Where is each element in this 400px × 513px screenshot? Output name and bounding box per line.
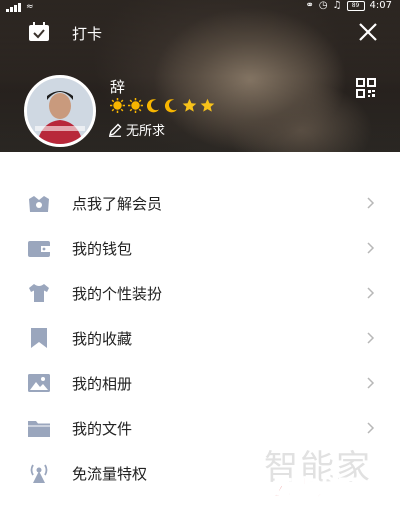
wifi-icon: ≈	[26, 1, 34, 12]
star-icon	[200, 98, 215, 112]
qr-code-icon[interactable]	[356, 78, 376, 98]
menu-item-label: 我的收藏	[72, 330, 133, 348]
avatar-photo	[27, 78, 93, 144]
bookmark-icon	[31, 328, 47, 348]
status-time: 4:07	[369, 0, 392, 11]
menu-item-label: 免流量特权	[72, 465, 148, 483]
headset-icon: ⚭	[305, 0, 314, 11]
calendar-check-icon[interactable]	[28, 22, 50, 42]
signature-text: 无所求	[126, 124, 166, 139]
avatar[interactable]	[24, 75, 96, 147]
top-bar: 打卡	[0, 14, 400, 52]
menu-item-label: 我的钱包	[72, 240, 133, 258]
tshirt-icon	[29, 284, 49, 302]
moon-icon	[146, 99, 160, 113]
menu-item-theme[interactable]: 我的个性装扮	[0, 271, 400, 315]
sun-icon	[128, 98, 143, 113]
menu-item-label: 点我了解会员	[72, 195, 163, 213]
level-badges[interactable]	[110, 98, 215, 113]
username: 辞	[110, 78, 126, 96]
checkin-title[interactable]: 打卡	[72, 23, 102, 44]
chevron-right-icon	[367, 422, 375, 434]
chevron-right-icon	[367, 287, 375, 299]
close-icon[interactable]	[358, 22, 378, 42]
mute-icon: ♫	[332, 0, 342, 11]
signal-tower-icon	[30, 464, 48, 483]
cell-signal-icon	[6, 1, 22, 12]
photo-icon	[28, 374, 50, 392]
signal-indicators: ≈	[6, 1, 34, 12]
folder-icon	[28, 421, 50, 437]
alarm-icon: ◷	[318, 0, 328, 11]
menu-item-label: 我的相册	[72, 375, 133, 393]
star-icon	[182, 98, 197, 112]
menu-item-wallet[interactable]: 我的钱包	[0, 226, 400, 270]
chevron-right-icon	[367, 197, 375, 209]
menu-item-label: 我的个性装扮	[72, 285, 163, 303]
menu-item-vip[interactable]: 点我了解会员	[0, 181, 400, 225]
signature-row[interactable]: 无所求	[108, 120, 165, 139]
vip-crown-icon	[29, 196, 49, 212]
chevron-right-icon	[367, 377, 375, 389]
menu-item-label: 我的文件	[72, 420, 133, 438]
moon-icon	[164, 99, 178, 113]
edit-pencil-icon	[108, 123, 122, 137]
sun-icon	[110, 98, 125, 113]
battery-icon: 89	[346, 0, 365, 11]
watermark-red-text: 云南龙网	[271, 477, 360, 503]
chevron-right-icon	[367, 242, 375, 254]
wallet-icon	[28, 241, 50, 257]
chevron-right-icon	[367, 332, 375, 344]
menu-item-album[interactable]: 我的相册	[0, 361, 400, 405]
menu-item-favorites[interactable]: 我的收藏	[0, 316, 400, 360]
status-bar: ≈ ⚭ ◷ ♫ 89 4:07	[0, 0, 400, 14]
